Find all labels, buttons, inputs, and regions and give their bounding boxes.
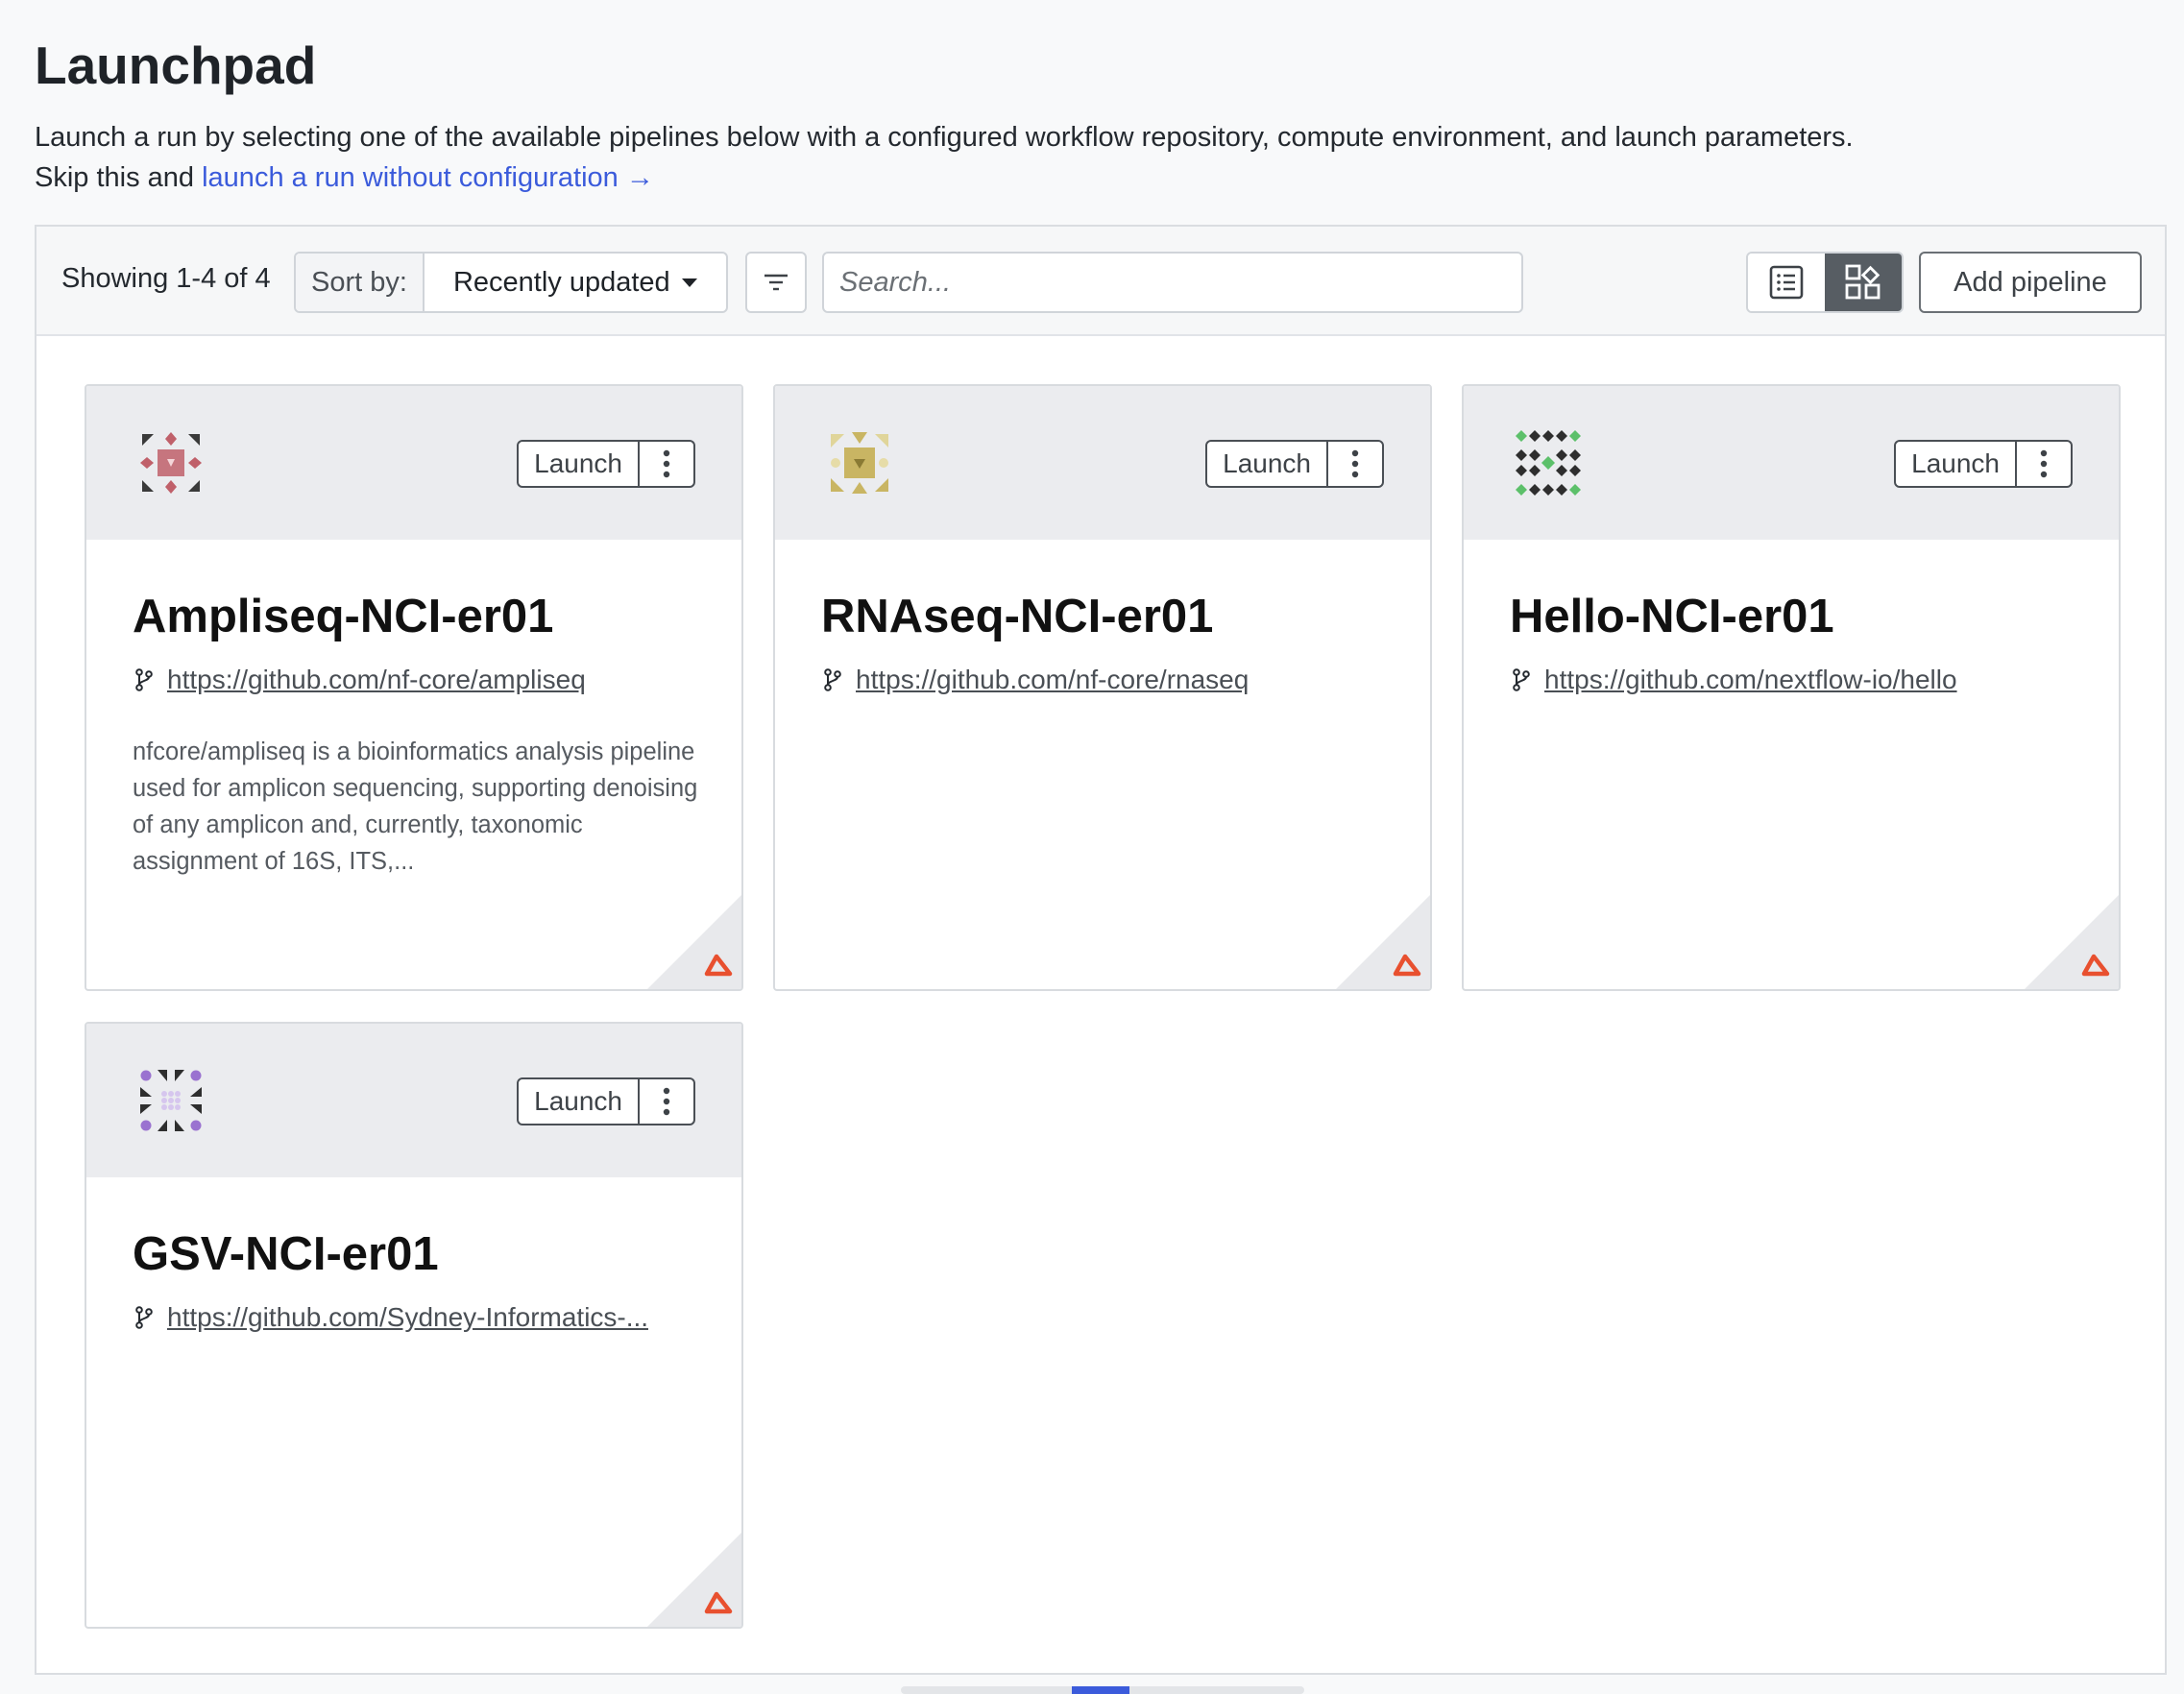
result-count: Showing 1-4 of 4: [61, 263, 271, 294]
launch-button[interactable]: Launch: [519, 442, 640, 486]
filter-button[interactable]: [745, 252, 807, 313]
launch-button-group: Launch: [517, 440, 695, 488]
git-branch-icon: [1513, 668, 1530, 691]
launch-button[interactable]: Launch: [1207, 442, 1328, 486]
arrow-right-icon: →: [625, 162, 654, 193]
page-title: Launchpad: [35, 36, 317, 95]
repo-link[interactable]: https://github.com/nf-core/ampliseq: [167, 665, 586, 695]
repo-link[interactable]: https://github.com/nextflow-io/hello: [1544, 665, 1957, 695]
nextflow-logo-icon: [2025, 895, 2119, 989]
more-options-button[interactable]: [640, 442, 693, 486]
more-vertical-icon: [2040, 449, 2048, 478]
more-vertical-icon: [1351, 449, 1359, 478]
pipeline-repo: https://github.com/nf-core/ampliseq: [134, 665, 711, 695]
more-options-button[interactable]: [1328, 442, 1382, 486]
card-header: Launch: [1464, 386, 2119, 540]
launch-button[interactable]: Launch: [1896, 442, 2017, 486]
pipelines-panel: Showing 1-4 of 4 Sort by: Recently updat…: [35, 225, 2167, 1675]
add-pipeline-button[interactable]: Add pipeline: [1919, 252, 2142, 313]
skip-prefix: Skip this and: [35, 162, 203, 193]
pipeline-avatar-icon: [831, 432, 888, 494]
repo-link[interactable]: https://github.com/Sydney-Informatics-..…: [167, 1302, 648, 1333]
nextflow-logo-icon: [647, 895, 741, 989]
list-view-icon: [1769, 265, 1804, 300]
more-options-button[interactable]: [2017, 442, 2071, 486]
git-branch-icon: [824, 668, 841, 691]
scrollbar-thumb[interactable]: [1072, 1686, 1129, 1694]
page-description-block: Launch a run by selecting one of the ava…: [35, 117, 2148, 198]
launch-button-group: Launch: [1894, 440, 2073, 488]
pipeline-title: GSV-NCI-er01: [133, 1228, 439, 1280]
grid-view-icon: [1845, 264, 1881, 300]
toolbar: Showing 1-4 of 4 Sort by: Recently updat…: [36, 227, 2165, 336]
pipeline-card[interactable]: Launch RNAseq-NCI-er01 https://github.co…: [773, 384, 1432, 991]
more-options-button[interactable]: [640, 1079, 693, 1124]
launch-button[interactable]: Launch: [519, 1079, 640, 1124]
card-header: Launch: [86, 386, 741, 540]
pipeline-title: Hello-NCI-er01: [1510, 591, 1834, 642]
card-header: Launch: [775, 386, 1430, 540]
git-branch-icon: [135, 668, 153, 691]
skip-line: Skip this and launch a run without confi…: [35, 157, 2148, 198]
sort-label: Sort by:: [296, 254, 425, 311]
git-branch-icon: [135, 1306, 153, 1329]
nextflow-logo-icon: [647, 1533, 741, 1627]
repo-link[interactable]: https://github.com/nf-core/rnaseq: [856, 665, 1249, 695]
chevron-down-icon: [681, 278, 697, 287]
search-input[interactable]: [822, 252, 1523, 313]
sort-control: Sort by: Recently updated: [294, 252, 728, 313]
card-header: Launch: [86, 1024, 741, 1177]
pipeline-card[interactable]: Launch Hello-NCI-er01 https://github.com…: [1462, 384, 2121, 991]
grid-view-button[interactable]: [1825, 254, 1902, 311]
page-description: Launch a run by selecting one of the ava…: [35, 122, 1854, 153]
pipeline-repo: https://github.com/Sydney-Informatics-..…: [134, 1302, 711, 1333]
view-toggle: [1746, 252, 1904, 313]
nextflow-logo-icon: [1336, 895, 1430, 989]
launch-button-group: Launch: [1205, 440, 1384, 488]
pipeline-card[interactable]: Launch GSV-NCI-er01 https://github.com/S…: [85, 1022, 743, 1629]
sort-value: Recently updated: [452, 266, 670, 298]
pipeline-repo: https://github.com/nf-core/rnaseq: [823, 665, 1399, 695]
sort-dropdown[interactable]: Recently updated: [425, 254, 726, 311]
launch-without-config-link[interactable]: launch a run without configuration →: [202, 162, 654, 193]
pipeline-title: Ampliseq-NCI-er01: [133, 591, 554, 642]
pipeline-repo: https://github.com/nextflow-io/hello: [1512, 665, 2088, 695]
pipeline-avatar-icon: [140, 432, 202, 494]
pipeline-title: RNAseq-NCI-er01: [821, 591, 1214, 642]
launch-button-group: Launch: [517, 1077, 695, 1125]
pipeline-card[interactable]: Launch Ampliseq-NCI-er01 https://github.…: [85, 384, 743, 991]
filter-icon: [764, 274, 788, 291]
pipeline-avatar-icon: [1516, 430, 1581, 496]
pipeline-description: nfcore/ampliseq is a bioinformatics anal…: [133, 738, 698, 875]
pipeline-avatar-icon: [140, 1070, 202, 1131]
horizontal-scrollbar[interactable]: [901, 1686, 1304, 1694]
more-vertical-icon: [663, 1087, 670, 1116]
list-view-button[interactable]: [1748, 254, 1825, 311]
more-vertical-icon: [663, 449, 670, 478]
